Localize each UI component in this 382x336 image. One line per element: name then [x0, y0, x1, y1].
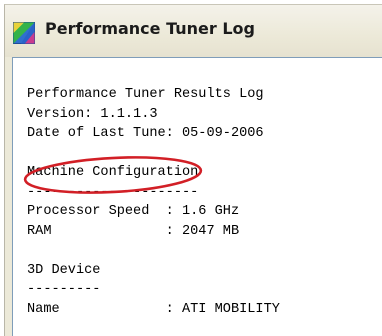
performance-tuner-app-icon — [13, 22, 35, 44]
performance-tuner-log-window: Performance Tuner Log Performance Tuner … — [4, 4, 382, 336]
log-content: Performance Tuner Results Log Version: 1… — [27, 85, 280, 319]
screenshot-page: Performance Tuner Log Performance Tuner … — [0, 0, 382, 336]
log-line-blank — [27, 241, 280, 261]
log-line-3d-device: 3D Device — [27, 262, 101, 278]
log-line-ram: RAM : 2047 MB — [27, 223, 240, 239]
log-line-last-tune-date: Date of Last Tune: 05-09-2006 — [27, 126, 264, 141]
log-line-separator: --------- — [27, 282, 101, 297]
window-title-bar[interactable]: Performance Tuner Log — [5, 5, 382, 57]
log-line-blank — [27, 144, 280, 164]
log-line-processor-speed: Processor Speed : 1.6 GHz — [27, 204, 240, 219]
log-line-device-name: Name : ATI MOBILITY — [27, 301, 280, 317]
log-line-heading: Performance Tuner Results Log — [27, 87, 264, 102]
log-text-area[interactable]: Performance Tuner Results Log Version: 1… — [12, 57, 382, 336]
window-title: Performance Tuner Log — [45, 19, 255, 38]
log-line-version: Version: 1.1.1.3 — [27, 106, 158, 122]
log-line-separator: --------------------- — [27, 184, 199, 200]
log-line-machine-configuration: Machine Configuration — [27, 165, 199, 180]
